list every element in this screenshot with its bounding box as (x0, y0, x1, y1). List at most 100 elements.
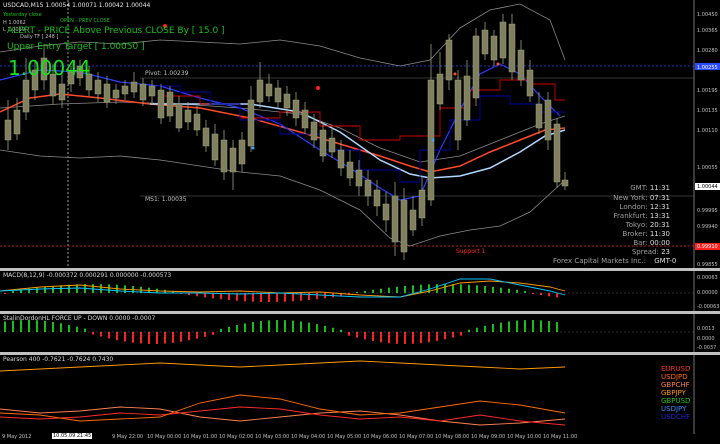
macd-bar (412, 285, 414, 293)
candle (202, 127, 210, 147)
candle (436, 73, 444, 105)
force-bar (484, 325, 486, 332)
macd-bar (252, 293, 254, 302)
macd-bar (196, 293, 198, 297)
candle (373, 189, 381, 207)
open-prev-close-label: OPEN - PREV CLOSE (60, 18, 110, 24)
candle (292, 99, 300, 119)
force-bar (148, 332, 150, 344)
force-bar (356, 332, 358, 338)
macd-bar (500, 287, 502, 293)
info-new-york: New York: 07:31 (613, 194, 670, 202)
pearson-pane[interactable]: Pearson 400 -0.7621 -0.7624 0.7430 EURUS… (0, 355, 720, 434)
ms1-label: MS1: 1.00035 (145, 196, 187, 203)
force-bar (12, 320, 14, 332)
candle (265, 83, 273, 97)
candle (535, 103, 543, 129)
macd-bar (460, 284, 462, 293)
candle (454, 79, 462, 141)
candle (13, 109, 21, 135)
support-label: Support 1 (456, 248, 486, 255)
force-bar (532, 320, 534, 332)
macd-bar (540, 293, 542, 296)
candle (355, 169, 363, 187)
force-bar (540, 320, 542, 332)
force-bar (460, 332, 462, 336)
force-bar (380, 332, 382, 343)
candle (508, 23, 516, 73)
candle (301, 109, 309, 129)
force-bar (140, 332, 142, 344)
force-bar (204, 332, 206, 337)
macd-bar (516, 289, 518, 293)
candle (103, 83, 111, 103)
candle (499, 21, 507, 59)
macd-bar (260, 293, 262, 302)
info-frankfurt: Frankfurt: 13:31 (613, 212, 670, 220)
candle (238, 139, 246, 165)
macd-bar (508, 288, 510, 293)
force-bar (444, 332, 446, 340)
macd-bar (380, 288, 382, 293)
macd-bar (388, 287, 390, 293)
force-bar (100, 332, 102, 337)
big-price: 1.00044 (8, 56, 91, 80)
force-bar (156, 332, 158, 344)
force-bar (300, 321, 302, 332)
force-bar (260, 321, 262, 332)
legend-gbpjpy: GBPJPY (661, 389, 686, 397)
force-bar (228, 326, 230, 332)
candle (148, 85, 156, 97)
candle (517, 49, 525, 81)
macd-bar (524, 290, 526, 293)
candle (310, 121, 318, 141)
macd-header: MACD(8,12,9) -0.000372 0.000291 0.000000… (3, 272, 172, 279)
main-chart-pane[interactable]: USDCAD,M15 1.00054 1.00071 1.00042 1.000… (0, 0, 720, 268)
force-bar (196, 332, 198, 339)
candle (112, 89, 120, 99)
force-bar (172, 332, 174, 343)
legend-usdchf: USDCHF (661, 413, 691, 421)
force-bar (324, 325, 326, 332)
force-bar (188, 332, 190, 341)
candle (175, 103, 183, 129)
force-bar (44, 320, 46, 332)
macd-bar (100, 284, 102, 293)
candle (283, 93, 291, 109)
force-pane[interactable]: StalinDordonHL FORCE UP - DOWN 0.0000 -0… (0, 314, 720, 352)
candle (130, 81, 138, 93)
macd-bar (356, 291, 358, 293)
candle (4, 119, 12, 141)
macd-bar (212, 293, 214, 299)
candle (211, 133, 219, 161)
upper-entry-target: Upper Entry Target [ 1.00050 ] (7, 42, 145, 52)
force-bar (476, 327, 478, 332)
force-bar (548, 321, 550, 332)
candle (229, 147, 237, 173)
info-bar: Bar: 00:00 (633, 239, 670, 247)
candle (553, 123, 561, 183)
macd-pane[interactable]: MACD(8,12,9) -0.000372 0.000291 0.000000… (0, 271, 720, 311)
macd-bar (284, 293, 286, 302)
candle (346, 161, 354, 179)
force-bar (4, 321, 6, 332)
candle (328, 137, 336, 153)
candle (94, 79, 102, 95)
info-broker: Broker: 11:30 (622, 230, 670, 238)
info-spread: Spread: 23 (631, 248, 670, 256)
candle (463, 75, 471, 121)
pearson-svg (0, 355, 695, 434)
macd-bar (396, 286, 398, 293)
force-bar (436, 332, 438, 341)
macd-bar (468, 284, 470, 293)
candle (184, 109, 192, 123)
force-header: StalinDordonHL FORCE UP - DOWN 0.0000 -0… (3, 315, 156, 322)
legend-eurusd: EURUSD (661, 365, 691, 373)
yesterday-close-label: Yesterday close (3, 12, 42, 18)
force-bar (492, 324, 494, 332)
candle (22, 79, 30, 113)
force-bar (268, 320, 270, 332)
force-bar (220, 328, 222, 332)
candle (139, 83, 147, 101)
force-bar (524, 320, 526, 332)
